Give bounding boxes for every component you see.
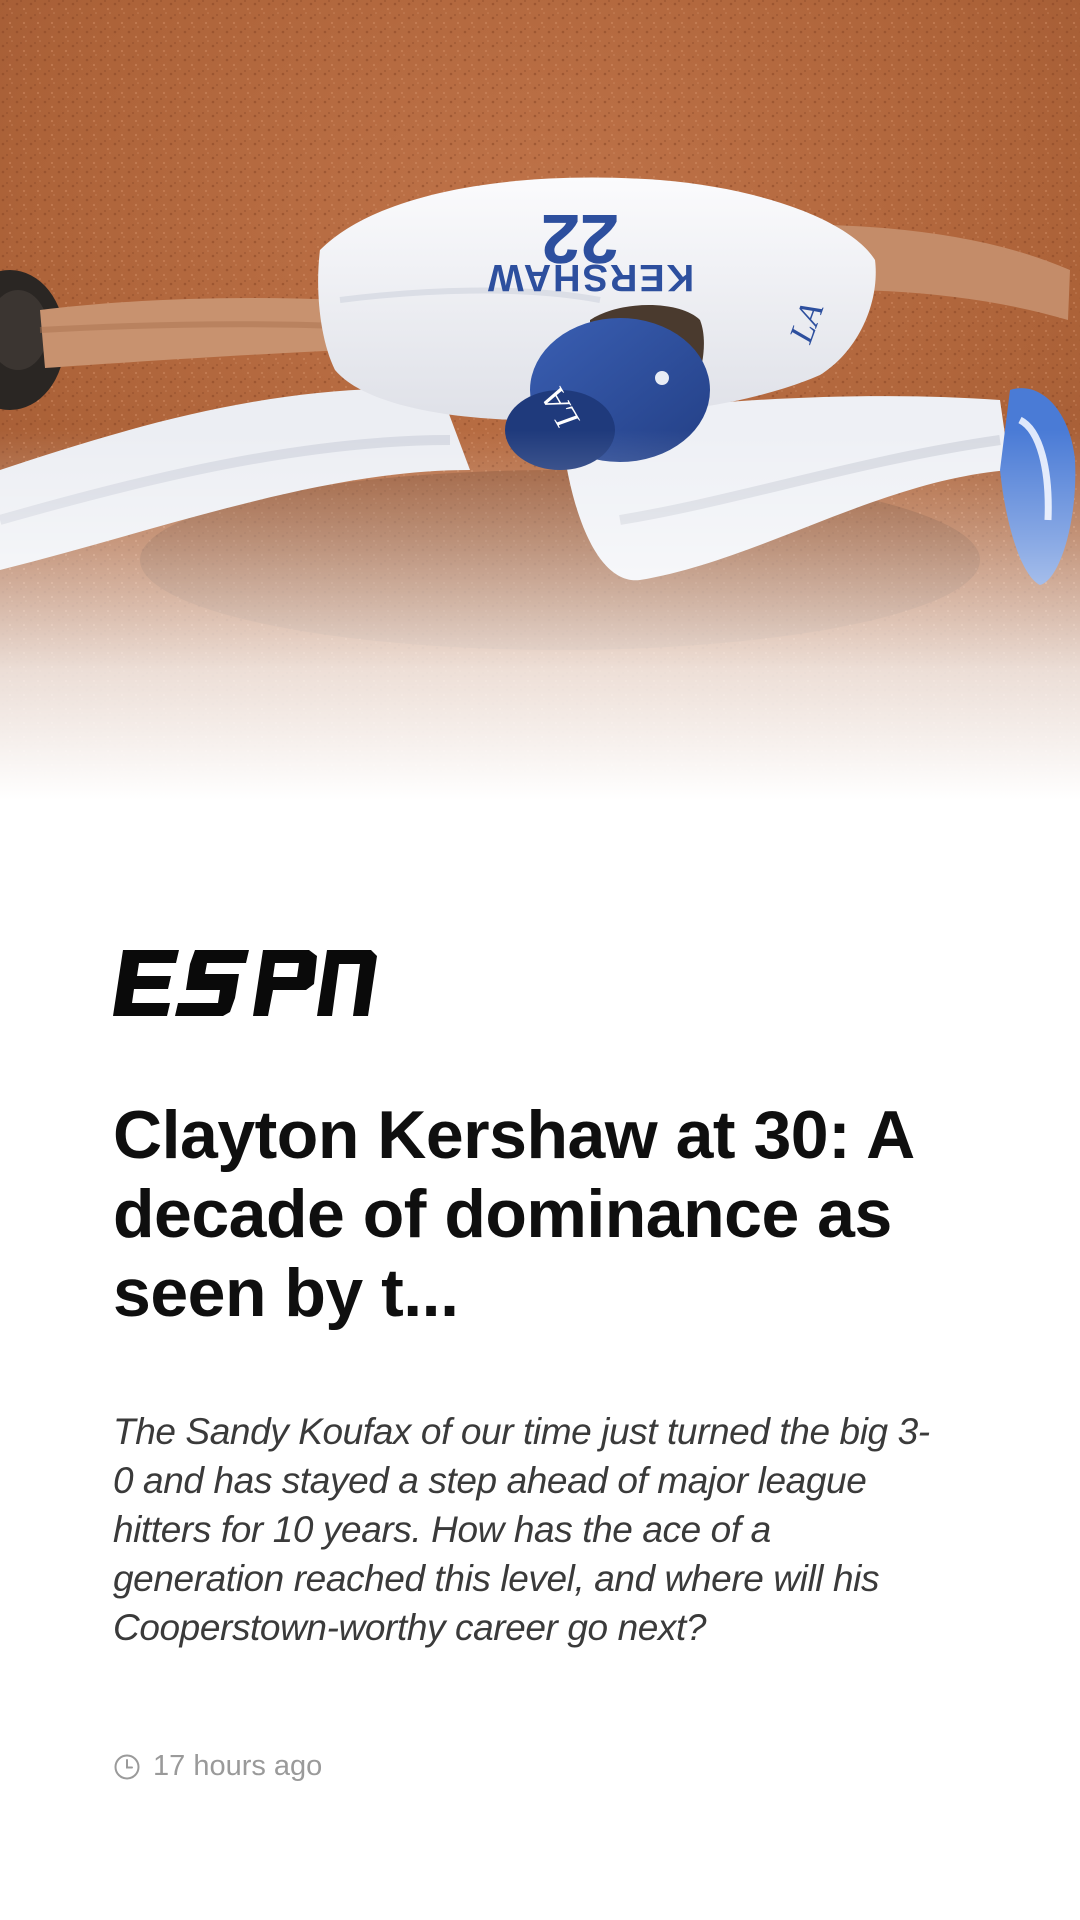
article-summary: The Sandy Koufax of our time just turned… <box>113 1411 930 1648</box>
clock-icon <box>114 1754 140 1779</box>
article-card[interactable]: 22 KERSHAW LA LA Clayton Kershaw at 30: … <box>0 0 1080 1920</box>
article-timestamp: 17 hours ago <box>153 1750 323 1782</box>
pitcher-photo: 22 KERSHAW LA LA <box>0 0 1080 800</box>
espn-wordmark <box>113 950 377 1016</box>
article-headline[interactable]: Clayton Kershaw at 30: A decade of domin… <box>113 1096 943 1333</box>
hero-image: 22 KERSHAW LA LA <box>0 0 1080 800</box>
article-content: Clayton Kershaw at 30: A decade of domin… <box>113 950 943 1783</box>
jersey-name-graphic: KERSHAW <box>486 256 694 298</box>
svg-text:KERSHAW: KERSHAW <box>486 256 694 298</box>
article-meta: 17 hours ago <box>113 1750 943 1783</box>
espn-logo <box>113 950 377 1016</box>
